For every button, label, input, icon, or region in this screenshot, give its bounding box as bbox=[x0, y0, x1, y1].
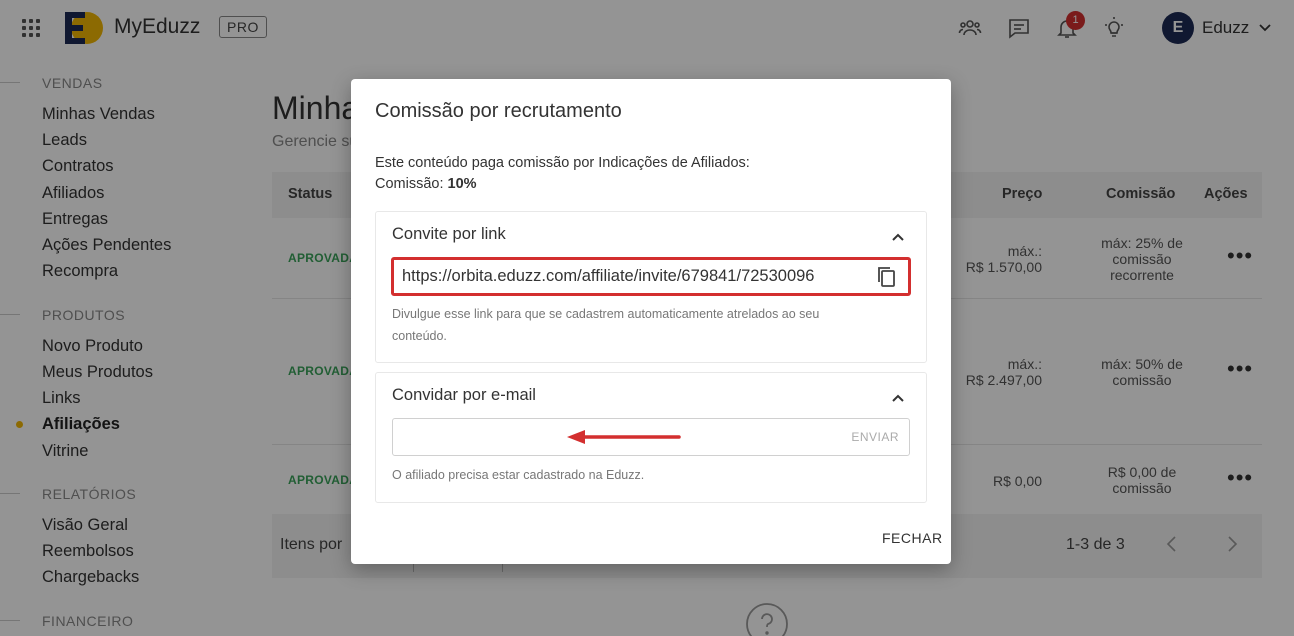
modal-description: Este conteúdo paga comissão por Indicaçõ… bbox=[375, 153, 750, 195]
close-button[interactable]: FECHAR bbox=[882, 530, 943, 546]
invite-email-hint: O afiliado precisa estar cadastrado na E… bbox=[392, 468, 645, 482]
red-arrow-annotation bbox=[567, 430, 681, 444]
commission-label: Comissão: bbox=[375, 176, 448, 192]
invite-link-field[interactable]: https://orbita.eduzz.com/affiliate/invit… bbox=[391, 257, 911, 296]
invite-link-panel: Convite por link https://orbita.eduzz.co… bbox=[375, 211, 927, 363]
send-button[interactable]: ENVIAR bbox=[851, 430, 899, 444]
commission-value: 10% bbox=[447, 176, 477, 192]
modal-title: Comissão por recrutamento bbox=[375, 100, 622, 122]
invite-email-input[interactable]: ENVIAR bbox=[392, 418, 910, 456]
copy-icon[interactable] bbox=[874, 265, 898, 289]
invite-email-panel-title[interactable]: Convidar por e-mail bbox=[392, 386, 536, 405]
invite-link-hint: Divulgue esse link para que se cadastrem… bbox=[392, 307, 820, 343]
chevron-up-icon[interactable] bbox=[890, 229, 906, 245]
modal-description-text: Este conteúdo paga comissão por Indicaçõ… bbox=[375, 155, 750, 171]
invite-link-url[interactable]: https://orbita.eduzz.com/affiliate/invit… bbox=[402, 267, 814, 286]
invite-email-panel: Convidar por e-mail ENVIAR O afiliado pr… bbox=[375, 372, 927, 503]
chevron-up-icon[interactable] bbox=[890, 390, 906, 406]
invite-link-panel-title[interactable]: Convite por link bbox=[392, 225, 506, 244]
recruitment-commission-modal: Comissão por recrutamento Este conteúdo … bbox=[351, 79, 951, 564]
